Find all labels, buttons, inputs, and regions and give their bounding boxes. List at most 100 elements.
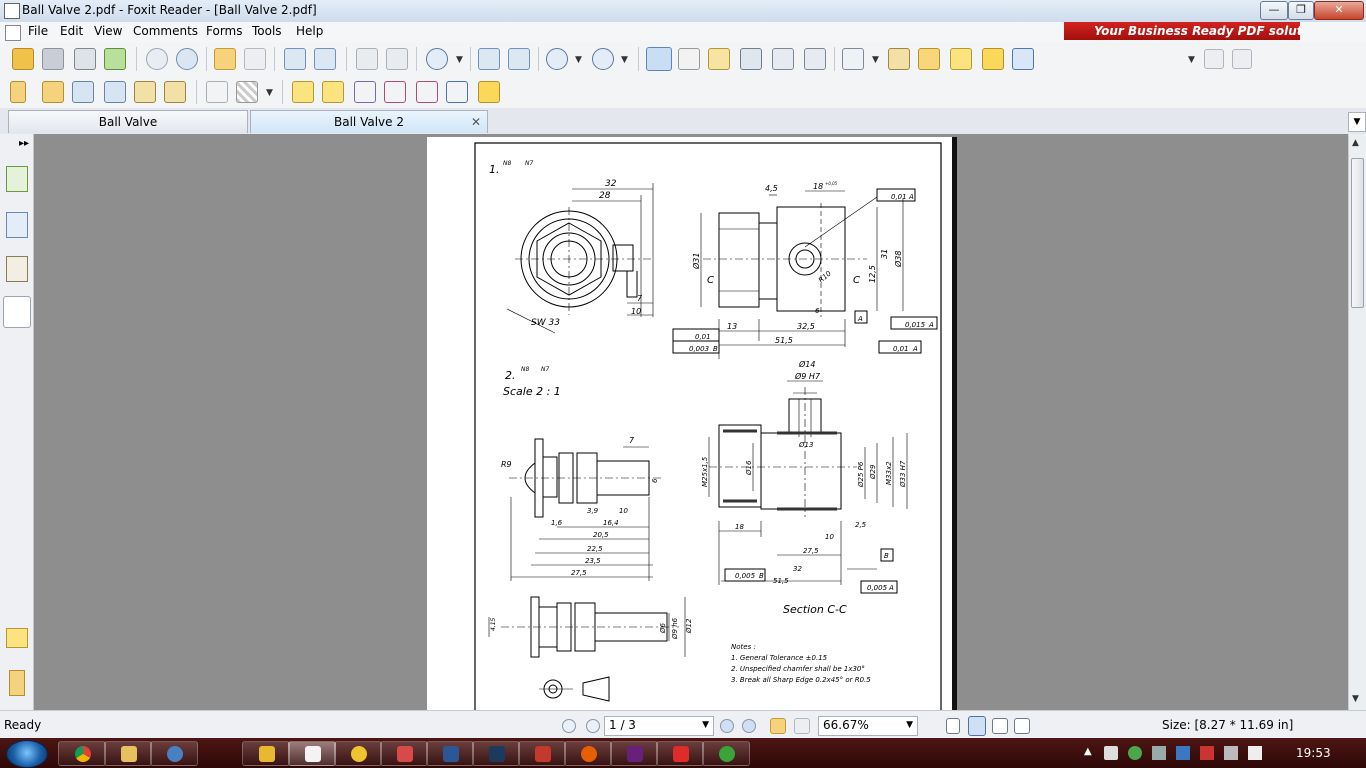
snapshot-icon[interactable]: [804, 48, 826, 70]
paste-icon[interactable]: [314, 48, 336, 70]
menu-comments[interactable]: Comments: [133, 24, 198, 38]
tab-ball-valve-2[interactable]: Ball Valve 2 ✕: [250, 110, 488, 133]
next-page-status-icon[interactable]: [720, 719, 734, 733]
zoom-in-icon[interactable]: [592, 48, 614, 70]
menu-file[interactable]: File: [28, 24, 48, 38]
previous-view-icon[interactable]: [770, 718, 786, 734]
arrow-tool-icon[interactable]: [1012, 48, 1034, 70]
signal-icon[interactable]: [1224, 746, 1238, 760]
zoom-dropdown-icon[interactable]: ▼: [456, 55, 463, 65]
taskbar-photoshop[interactable]: [472, 741, 520, 766]
taskbar-app2[interactable]: [380, 741, 428, 766]
tray-calendar-icon[interactable]: [1248, 746, 1262, 760]
find-binoculars-icon[interactable]: [740, 48, 762, 70]
comment-note-icon[interactable]: [478, 81, 500, 103]
taskbar-chrome[interactable]: [58, 741, 106, 766]
squiggly-icon[interactable]: [446, 81, 468, 103]
taskbar-clock[interactable]: 19:53: [1296, 746, 1331, 760]
next-view-icon[interactable]: [794, 718, 810, 734]
vertical-scrollbar[interactable]: ▲ ▼: [1348, 134, 1366, 710]
fit-width-icon[interactable]: [508, 48, 530, 70]
zoom-input[interactable]: 66.67% ▼: [818, 716, 918, 736]
textbox-icon[interactable]: [950, 48, 972, 70]
facing-page-icon[interactable]: [992, 718, 1008, 734]
strikeout-icon[interactable]: [384, 81, 406, 103]
pointer-icon[interactable]: [708, 48, 730, 70]
start-button[interactable]: [6, 740, 48, 768]
tab-ball-valve[interactable]: Ball Valve: [8, 110, 248, 133]
stamp-icon[interactable]: [206, 81, 228, 103]
tray-expand-icon[interactable]: ▲: [1084, 746, 1098, 760]
pages-icon[interactable]: [6, 212, 28, 238]
fit-page-icon[interactable]: [478, 48, 500, 70]
menu-edit[interactable]: Edit: [60, 24, 83, 38]
taskbar-app5[interactable]: [702, 741, 750, 766]
volume-icon[interactable]: [1104, 746, 1118, 760]
taskbar-visual-studio[interactable]: [610, 741, 658, 766]
forward-arrow-icon[interactable]: [244, 48, 266, 70]
battery-icon[interactable]: [1200, 746, 1214, 760]
tray-app2-icon[interactable]: [1176, 746, 1190, 760]
undo-icon[interactable]: [356, 48, 378, 70]
hand-tool-icon[interactable]: [646, 47, 672, 71]
layers-icon[interactable]: [3, 296, 31, 328]
underline-icon[interactable]: [354, 81, 376, 103]
text-insert-icon[interactable]: [322, 81, 344, 103]
replace-text-icon[interactable]: [416, 81, 438, 103]
taskbar-autocad[interactable]: [334, 741, 382, 766]
page-number-input[interactable]: 1 / 3 ▼: [604, 716, 714, 736]
video-icon[interactable]: [104, 81, 126, 103]
scroll-down-icon[interactable]: ▼: [1352, 694, 1359, 704]
taskbar-app4[interactable]: [656, 741, 704, 766]
expand-panel-icon[interactable]: ▸▸: [19, 138, 29, 149]
typewriter-icon[interactable]: [772, 48, 794, 70]
highlight-icon[interactable]: [918, 48, 940, 70]
bookmarks-icon[interactable]: [6, 166, 28, 192]
page-dropdown-icon[interactable]: ▼: [702, 720, 709, 730]
redo-icon[interactable]: [386, 48, 408, 70]
back-arrow-icon[interactable]: [214, 48, 236, 70]
select-text-icon[interactable]: [678, 48, 700, 70]
annotations-panel-icon[interactable]: [6, 256, 28, 282]
zoom-icon[interactable]: [426, 48, 448, 70]
menu-tools[interactable]: Tools: [252, 24, 282, 38]
continuous-facing-icon[interactable]: [1014, 718, 1030, 734]
tray-app-icon[interactable]: [1152, 746, 1166, 760]
close-window-button[interactable]: ✕: [1314, 1, 1364, 20]
promo-banner[interactable]: Your Business Ready PDF solution: [1064, 22, 1300, 40]
prev-page-icon[interactable]: [586, 719, 600, 733]
note-icon[interactable]: [982, 48, 1004, 70]
image-icon[interactable]: [72, 81, 94, 103]
last-page-icon[interactable]: [742, 719, 756, 733]
maximize-button[interactable]: ❐: [1288, 1, 1314, 20]
annotation-icon[interactable]: [842, 48, 864, 70]
menu-forms[interactable]: Forms: [206, 24, 242, 38]
find-next-icon[interactable]: [1232, 49, 1252, 69]
network-icon[interactable]: [1128, 746, 1142, 760]
continuous-page-icon[interactable]: [968, 716, 986, 736]
email-icon[interactable]: [104, 48, 126, 70]
pattern-icon[interactable]: [236, 81, 258, 103]
file-attach-icon[interactable]: [42, 81, 64, 103]
eraser-icon[interactable]: [164, 81, 186, 103]
comments-panel-icon[interactable]: [6, 628, 28, 648]
close-tab-icon[interactable]: ✕: [471, 111, 481, 133]
previous-page-icon[interactable]: [146, 48, 168, 70]
next-page-icon[interactable]: [176, 48, 198, 70]
taskbar-explorer[interactable]: [104, 741, 152, 766]
annotation-dropdown-icon[interactable]: ▼: [872, 55, 879, 65]
pencil-tool-icon[interactable]: [134, 81, 156, 103]
taskbar-firefox[interactable]: [564, 741, 612, 766]
scroll-up-icon[interactable]: ▲: [1352, 138, 1359, 148]
print-icon[interactable]: [74, 48, 96, 70]
single-page-icon[interactable]: [946, 718, 960, 734]
first-page-icon[interactable]: [562, 719, 576, 733]
attachment-icon[interactable]: [10, 81, 26, 103]
find-previous-icon[interactable]: [1204, 49, 1224, 69]
taskbar-inventor[interactable]: [242, 741, 290, 766]
taskbar-word[interactable]: [426, 741, 474, 766]
taskbar-app[interactable]: [150, 741, 198, 766]
text-highlight-icon[interactable]: [292, 81, 314, 103]
save-icon[interactable]: [42, 48, 64, 70]
pattern-dropdown-icon[interactable]: ▼: [266, 88, 273, 98]
